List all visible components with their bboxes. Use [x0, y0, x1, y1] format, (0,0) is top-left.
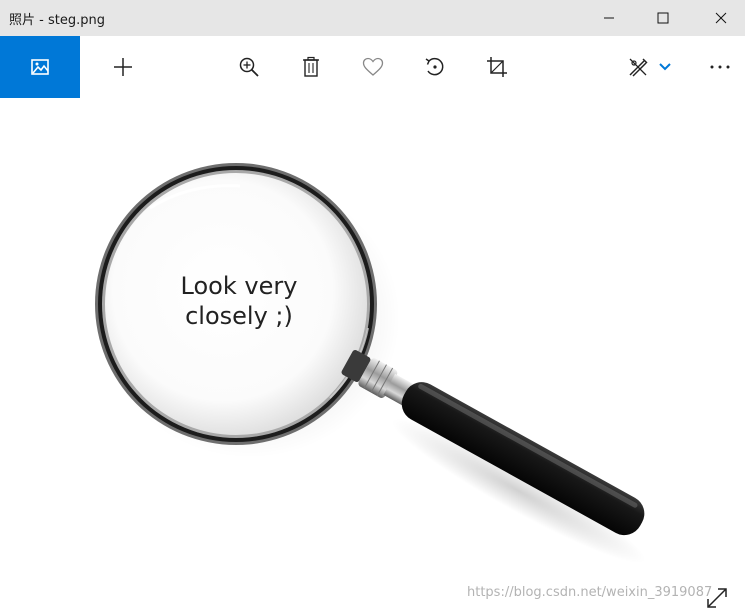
- rotate-icon: [425, 57, 444, 76]
- crop-icon: [487, 57, 507, 77]
- edit-create-dropdown[interactable]: [656, 36, 674, 98]
- edit-create-button[interactable]: [620, 36, 656, 98]
- delete-button[interactable]: [293, 36, 329, 98]
- expand-icon: [707, 588, 727, 608]
- watermark: https://blog.csdn.net/weixin_3919087: [467, 585, 713, 600]
- close-icon: [715, 12, 727, 24]
- favorite-button[interactable]: [355, 36, 391, 98]
- full-screen-button[interactable]: [703, 584, 731, 612]
- collection-button[interactable]: [0, 36, 80, 98]
- edit-create-icon: [629, 58, 648, 77]
- add-button[interactable]: [104, 36, 142, 98]
- zoom-in-icon: [239, 57, 259, 77]
- minimize-button[interactable]: [586, 0, 632, 36]
- caption-line-2: closely ;): [185, 302, 293, 330]
- window-title: 照片 - steg.png: [9, 13, 105, 28]
- maximize-icon: [657, 12, 669, 24]
- collection-icon: [31, 59, 49, 75]
- maximize-button[interactable]: [640, 0, 686, 36]
- delete-icon: [303, 56, 319, 77]
- title-bar: 照片 - steg.png: [0, 0, 745, 36]
- close-button[interactable]: [698, 0, 744, 36]
- photo-canvas: Look very closely ;) https://blog.csdn.n…: [0, 98, 745, 612]
- more-icon: [710, 65, 730, 69]
- toolbar: [0, 36, 745, 98]
- rotate-button[interactable]: [417, 36, 453, 98]
- more-button[interactable]: [702, 36, 738, 98]
- magnifying-glass-image: [95, 163, 648, 572]
- favorite-icon: [362, 57, 384, 76]
- crop-button[interactable]: [479, 36, 515, 98]
- minimize-icon: [604, 17, 614, 19]
- add-icon: [114, 58, 132, 76]
- chevron-down-icon: [659, 63, 671, 71]
- zoom-in-button[interactable]: [231, 36, 267, 98]
- caption-line-1: Look very: [180, 272, 298, 300]
- magnifier-caption: Look very closely ;): [139, 271, 339, 331]
